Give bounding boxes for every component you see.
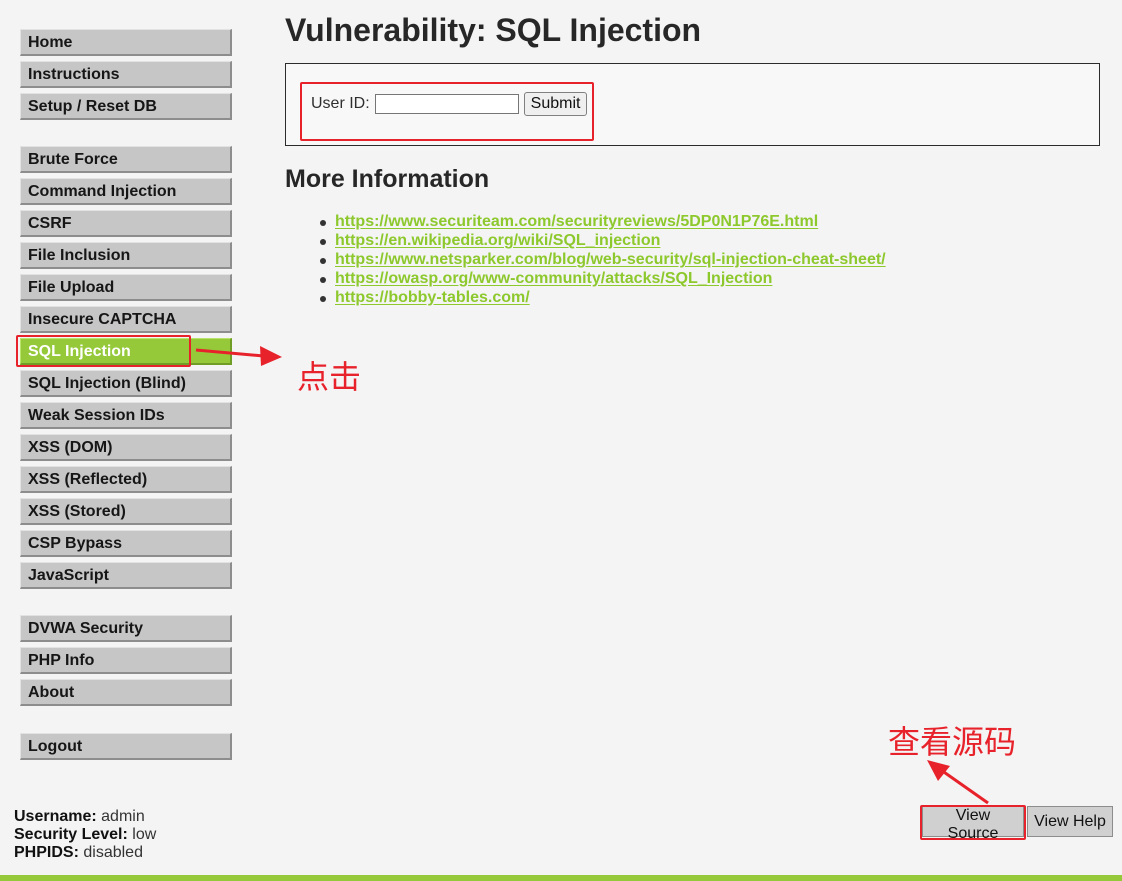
- sidebar-item-dvwa-security[interactable]: DVWA Security: [20, 615, 232, 642]
- list-item: https://www.netsparker.com/blog/web-secu…: [318, 250, 886, 269]
- security-level-row: Security Level: low: [14, 826, 156, 844]
- link-bobby-tables[interactable]: https://bobby-tables.com/: [335, 289, 530, 306]
- session-info: Username: admin Security Level: low PHPI…: [14, 808, 156, 862]
- list-item: https://bobby-tables.com/: [318, 288, 886, 307]
- security-level-label: Security Level:: [14, 826, 128, 843]
- sidebar-item-php-info[interactable]: PHP Info: [20, 647, 232, 674]
- bottom-accent-bar: [0, 875, 1122, 881]
- sidebar-item-csp-bypass[interactable]: CSP Bypass: [20, 530, 232, 557]
- link-securiteam[interactable]: https://www.securiteam.com/securityrevie…: [335, 213, 818, 230]
- sidebar-item-logout[interactable]: Logout: [20, 733, 232, 760]
- phpids-label: PHPIDS:: [14, 844, 79, 861]
- submit-button[interactable]: Submit: [523, 92, 588, 116]
- list-item: https://owasp.org/www-community/attacks/…: [318, 269, 886, 288]
- sidebar-item-insecure-captcha[interactable]: Insecure CAPTCHA: [20, 306, 232, 333]
- view-source-arrow-icon: [927, 760, 989, 805]
- username-value: admin: [101, 808, 145, 825]
- sidebar-menu-settings: DVWA Security PHP Info About: [20, 615, 232, 711]
- sql-injection-form-box: User ID: Submit: [285, 63, 1100, 146]
- user-id-label: User ID:: [311, 95, 370, 112]
- sidebar-item-xss-reflected[interactable]: XSS (Reflected): [20, 466, 232, 493]
- link-netsparker[interactable]: https://www.netsparker.com/blog/web-secu…: [335, 251, 886, 268]
- more-information-heading: More Information: [285, 165, 490, 193]
- dvwa-page: Home Instructions Setup / Reset DB Brute…: [0, 0, 1122, 881]
- sidebar-item-instructions[interactable]: Instructions: [20, 61, 232, 88]
- list-item: https://en.wikipedia.org/wiki/SQL_inject…: [318, 231, 886, 250]
- sidebar-item-file-inclusion[interactable]: File Inclusion: [20, 242, 232, 269]
- link-owasp[interactable]: https://owasp.org/www-community/attacks/…: [335, 270, 772, 287]
- sidebar-item-xss-stored[interactable]: XSS (Stored): [20, 498, 232, 525]
- user-id-form: User ID: Submit: [311, 92, 588, 116]
- sidebar-menu-vulnerabilities: Brute Force Command Injection CSRF File …: [20, 146, 232, 594]
- user-id-input[interactable]: [374, 94, 519, 114]
- sidebar-item-about[interactable]: About: [20, 679, 232, 706]
- sidebar-item-javascript[interactable]: JavaScript: [20, 562, 232, 589]
- username-label: Username:: [14, 808, 97, 825]
- sidebar-item-sql-injection[interactable]: SQL Injection: [20, 338, 232, 365]
- sidebar-item-xss-dom[interactable]: XSS (DOM): [20, 434, 232, 461]
- link-wikipedia[interactable]: https://en.wikipedia.org/wiki/SQL_inject…: [335, 232, 660, 249]
- click-annotation: 点击: [297, 359, 362, 395]
- phpids-value: disabled: [83, 844, 143, 861]
- view-source-button[interactable]: View Source: [922, 806, 1024, 842]
- more-information-links: https://www.securiteam.com/securityrevie…: [318, 212, 886, 307]
- username-row: Username: admin: [14, 808, 156, 826]
- sidebar-item-weak-session-ids[interactable]: Weak Session IDs: [20, 402, 232, 429]
- phpids-row: PHPIDS: disabled: [14, 844, 156, 862]
- sidebar-menu-logout: Logout: [20, 733, 232, 765]
- sidebar-item-home[interactable]: Home: [20, 29, 232, 56]
- sidebar-item-sql-injection-blind[interactable]: SQL Injection (Blind): [20, 370, 232, 397]
- sidebar-item-setup-reset-db[interactable]: Setup / Reset DB: [20, 93, 232, 120]
- view-help-button[interactable]: View Help: [1027, 806, 1113, 837]
- sidebar-item-csrf[interactable]: CSRF: [20, 210, 232, 237]
- security-level-value: low: [132, 826, 157, 843]
- page-title: Vulnerability: SQL Injection: [285, 12, 702, 48]
- sidebar-menu-main: Home Instructions Setup / Reset DB: [20, 29, 232, 125]
- sidebar-item-command-injection[interactable]: Command Injection: [20, 178, 232, 205]
- list-item: https://www.securiteam.com/securityrevie…: [318, 212, 886, 231]
- view-source-annotation: 查看源码: [888, 724, 1017, 760]
- sidebar-item-file-upload[interactable]: File Upload: [20, 274, 232, 301]
- sidebar-item-brute-force[interactable]: Brute Force: [20, 146, 232, 173]
